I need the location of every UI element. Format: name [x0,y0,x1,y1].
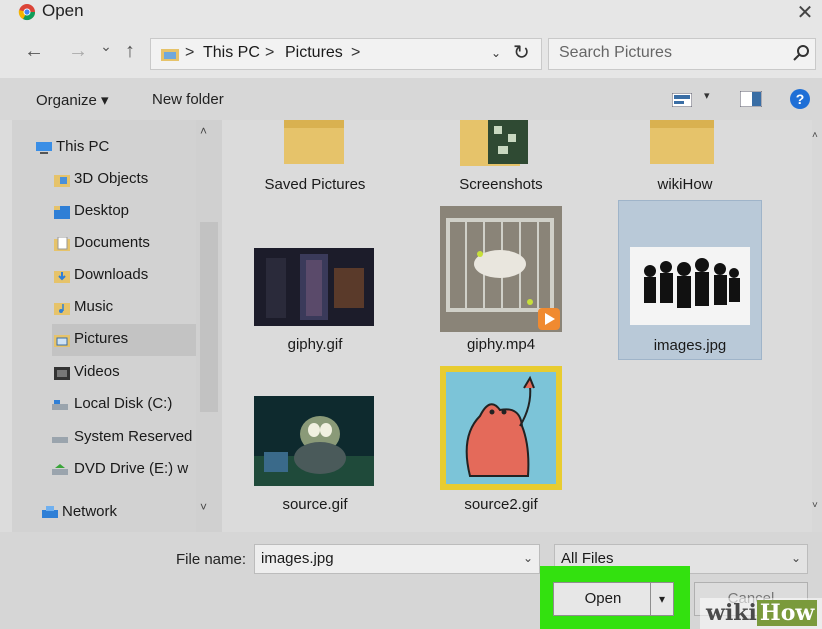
file-name-label: File name: [176,551,247,568]
forward-icon[interactable]: → [66,40,90,63]
folder-icon [284,120,344,164]
file-item-wikihow[interactable]: wikiHow [614,120,756,200]
file-item-images-jpg[interactable]: images.jpg [618,200,762,360]
network-icon [42,506,58,518]
file-item-label: source2.gif [464,496,538,513]
chevron-down-icon[interactable]: ⌄ [791,551,801,565]
thumbnail-image [440,366,562,490]
nav-item-label: Desktop [74,202,130,219]
nav-item-label: 3D Objects [74,170,149,187]
nav-item-dvd-drive[interactable]: DVD Drive (E:) w [52,454,198,486]
drive-icon [52,437,68,443]
chevron-down-icon[interactable]: ⌄ [523,551,533,565]
folder-icon [460,120,528,166]
local-disk-icon [52,400,68,410]
help-icon[interactable]: ? [790,89,810,109]
chrome-icon [18,4,36,21]
file-item-source-gif[interactable]: source.gif [244,364,386,520]
file-item-label: Saved Pictures [264,176,366,193]
search-box[interactable]: Search Pictures [548,38,816,70]
open-button[interactable]: Open [553,582,653,616]
file-item-giphy-gif[interactable]: giphy.gif [244,204,386,360]
computer-icon [36,142,52,154]
refresh-icon[interactable]: ↻ [513,40,530,65]
back-icon[interactable]: ← [22,40,46,63]
file-item-screenshots[interactable]: Screenshots [430,120,572,200]
folder-icon [650,120,714,164]
documents-icon [54,237,70,251]
pictures-icon [54,335,70,347]
scroll-up-icon[interactable]: ˄ [200,124,207,138]
watermark-part1: wiki [706,600,757,626]
nav-item-pictures[interactable]: Pictures [52,324,196,356]
nav-item-label: Downloads [74,266,149,283]
window-title: Open [42,1,84,20]
nav-item-label: Pictures [74,330,129,347]
view-dropdown-icon[interactable]: ▾ [704,89,710,102]
file-item-label: giphy.mp4 [466,336,536,353]
search-icon[interactable] [791,43,811,63]
preview-pane-icon[interactable] [740,91,762,107]
file-item-giphy-mp4[interactable]: giphy.mp4 [430,204,572,360]
file-item-label: giphy.gif [287,336,343,353]
breadcrumb-pictures[interactable]: Pictures [285,44,343,62]
new-folder-button[interactable]: New folder [152,91,224,108]
organize-button[interactable]: Organize ▾ [36,91,109,109]
file-item-label: wikiHow [657,176,713,193]
command-bar [0,78,822,120]
file-name-field[interactable]: images.jpg ⌄ [254,544,540,574]
thumbnail-image [630,247,750,325]
crumb-separator: > [351,44,361,61]
watermark-part2: How [756,600,818,626]
thumbnail-image [254,248,374,326]
crumb-separator: > [265,44,275,61]
open-options-chevron-icon[interactable]: ▾ [650,582,674,616]
file-name-value[interactable]: images.jpg [261,550,334,567]
nav-item-label: Videos [74,363,120,380]
recent-locations-icon[interactable]: ⌄ [94,38,118,55]
nav-item-label: Documents [74,234,150,251]
address-bar[interactable]: > This PC > Pictures > ⌄ ↻ [150,38,542,70]
search-input[interactable]: Search Pictures [559,44,672,62]
nav-item-label: Music [74,298,114,315]
dvd-drive-icon [52,464,68,475]
nav-item-label: This PC [56,138,110,155]
scroll-down-icon[interactable]: ˅ [200,500,207,514]
thumbnail-video [440,206,562,332]
up-icon[interactable]: ↑ [118,40,142,63]
content-scrollbar[interactable] [812,120,822,532]
scroll-up-icon[interactable]: ˄ [812,130,818,141]
file-item-source2-gif[interactable]: source2.gif [430,364,572,520]
thumbnail-image [254,396,374,486]
file-item-label: Screenshots [459,176,543,193]
file-item-label: images.jpg [653,337,727,354]
3d-objects-icon [54,175,70,187]
file-type-value: All Files [561,550,614,567]
nav-item-label: DVD Drive (E:) w [74,460,189,477]
nav-item-label: Local Disk (C:) [74,395,173,412]
file-item-label: source.gif [282,496,348,513]
nav-item-label: System Reserved [74,428,193,445]
close-icon[interactable]: ✕ [794,0,816,25]
scroll-down-icon[interactable]: ˅ [812,500,818,511]
file-item-saved-pictures[interactable]: Saved Pictures [244,120,386,200]
nav-scrollbar-thumb[interactable] [200,222,218,412]
downloads-icon [54,271,70,283]
videos-icon [54,367,70,380]
title-bar [0,0,822,30]
pictures-folder-icon [161,49,179,61]
address-dropdown-icon[interactable]: ⌄ [491,46,501,60]
view-icon[interactable] [672,93,692,107]
nav-item-this-pc[interactable]: This PC [34,132,220,164]
crumb-separator: > [185,44,195,61]
wikihow-watermark: wiki How [700,598,822,629]
nav-item-label: Network [62,503,118,520]
desktop-icon [54,206,70,219]
music-icon [54,303,70,315]
breadcrumb-this-pc[interactable]: This PC [203,44,260,62]
